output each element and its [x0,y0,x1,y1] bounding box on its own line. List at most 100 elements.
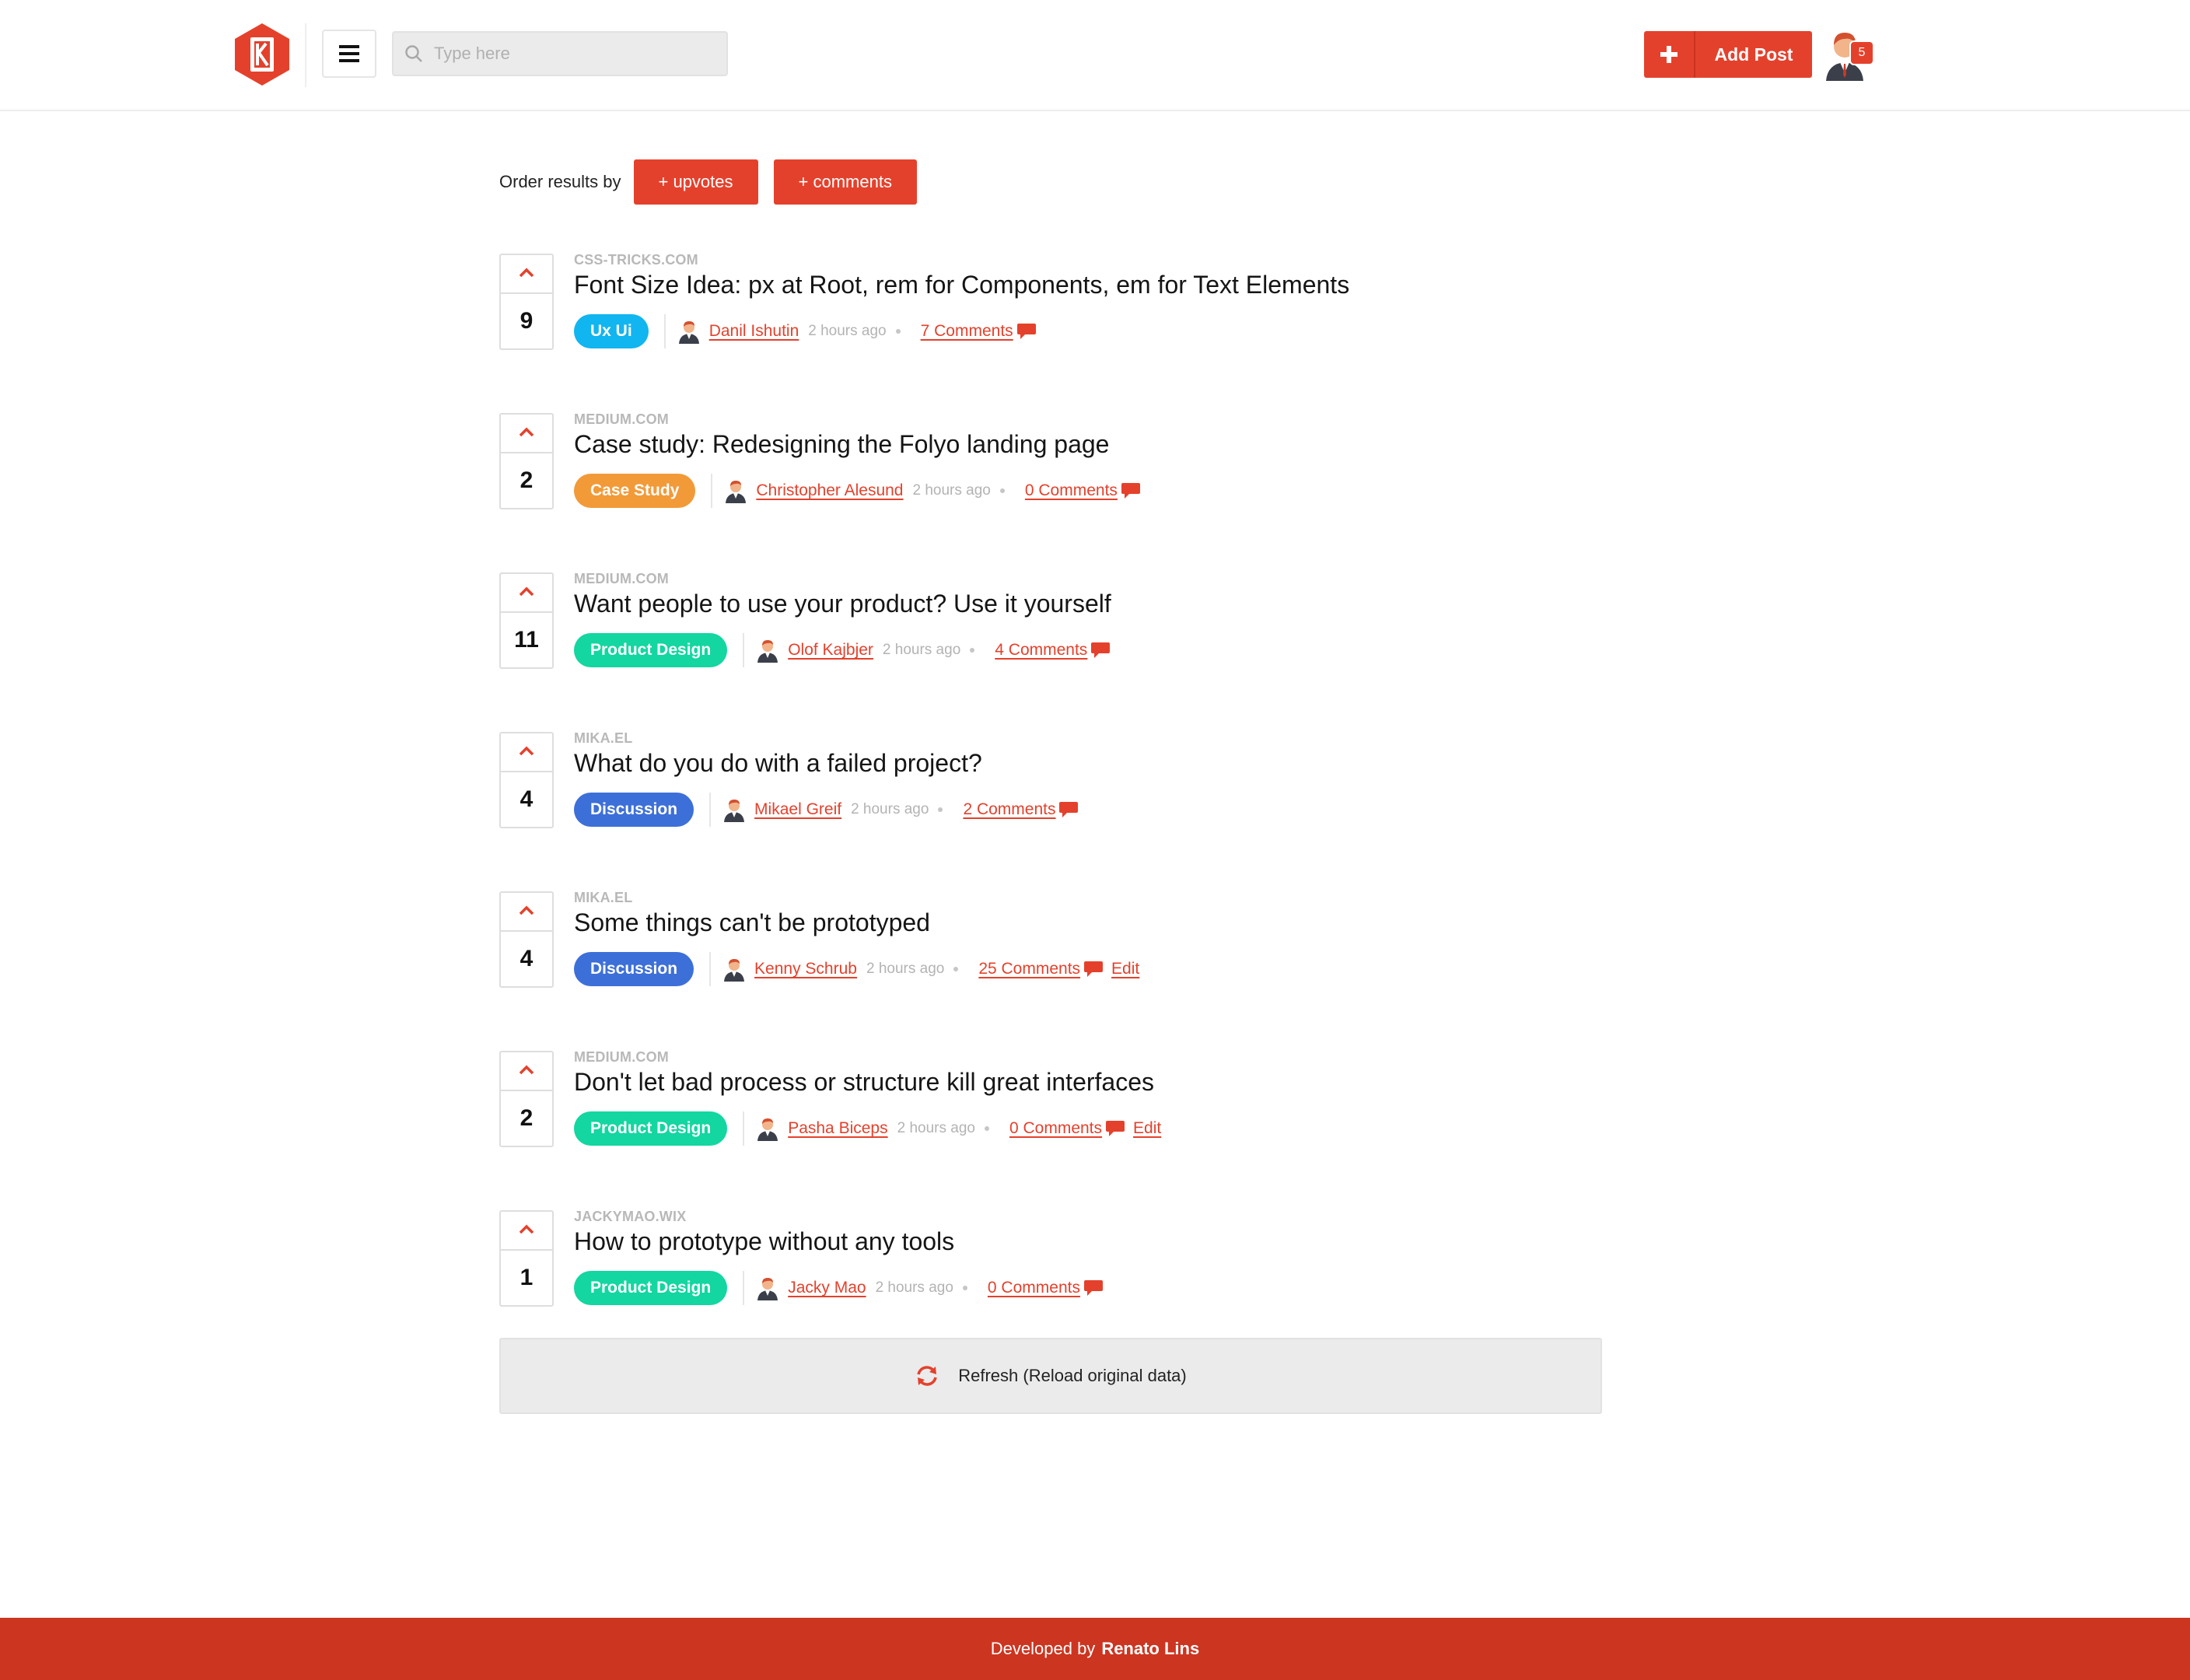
top-header: Add Post 5 [0,0,2190,111]
vote-box: 2 [499,413,554,509]
author-link[interactable]: Mikael Greif [754,800,841,819]
order-label: Order results by [499,172,621,191]
post-time: 2 hours ago [897,1120,975,1136]
upvote-button[interactable] [501,574,552,613]
chevron-up-icon [519,1064,534,1079]
add-post-button[interactable]: Add Post [1644,31,1812,78]
post-meta: Discussion Kenny Schrub 2 hours ago 25 Comm… [574,952,1139,986]
post-meta: Product Design Jacky Mao 2 hours ago 0 Comm… [574,1271,1104,1305]
post-item: 4 MIKA.EL Some things can't be prototyped D… [499,890,1604,988]
category-tag[interactable]: Discussion [574,793,694,827]
edit-link[interactable]: Edit [1133,1119,1161,1138]
upvote-button[interactable] [501,415,552,453]
user-avatar[interactable]: 5 [1823,26,1874,81]
post-title[interactable]: How to prototype without any tools [574,1227,954,1256]
meta-divider [709,793,712,827]
separator-dot [999,488,1005,493]
edit-link[interactable]: Edit [1111,960,1139,978]
author-link[interactable]: Pasha Biceps [788,1119,887,1138]
comments-link[interactable]: 0 Comments [1025,481,1118,500]
chevron-up-icon [519,586,534,600]
post-item: 2 MEDIUM.COM Case study: Redesigning the F… [499,411,1604,509]
comments-link[interactable]: 2 Comments [963,800,1055,819]
user-icon [725,478,747,503]
category-tag[interactable]: Product Design [574,633,728,667]
notification-badge: 5 [1849,40,1874,65]
author-link[interactable]: Olof Kajbjer [788,641,873,660]
post-meta: Ux Ui Danil Ishutin 2 hours ago 7 Comments [574,314,1037,348]
logo-icon[interactable] [233,22,291,87]
category-tag[interactable]: Product Design [574,1271,728,1305]
post-time: 2 hours ago [808,323,887,339]
upvote-button[interactable] [501,733,552,772]
upvote-button[interactable] [501,1052,552,1091]
menu-button[interactable] [322,30,376,78]
comments-link[interactable]: 25 Comments [978,960,1080,978]
speech-bubble-icon[interactable] [1090,641,1111,660]
post-title[interactable]: Some things can't be prototyped [574,908,930,937]
post-source: MIKA.EL [574,890,633,905]
author-link[interactable]: Kenny Schrub [754,960,857,978]
author-link[interactable]: Danil Ishutin [709,322,799,341]
post-title[interactable]: Case study: Redesigning the Folyo landin… [574,430,1109,459]
post-title[interactable]: Don't let bad process or structure kill … [574,1068,1154,1097]
vote-count: 4 [520,786,534,812]
vote-count: 1 [520,1265,534,1290]
upvote-button[interactable] [501,255,552,294]
meta-divider [709,952,712,986]
refresh-button[interactable]: Refresh (Reload original data) [499,1338,1602,1414]
author-link[interactable]: Jacky Mao [788,1279,866,1297]
search-input[interactable] [432,43,712,65]
post-item: 2 MEDIUM.COM Don't let bad process or stru… [499,1049,1604,1147]
post-time: 2 hours ago [882,642,961,658]
search-box[interactable] [392,31,728,76]
meta-divider [743,1271,745,1305]
meta-divider [711,474,713,508]
speech-bubble-icon[interactable] [1121,481,1141,500]
user-icon [757,638,778,663]
speech-bubble-icon[interactable] [1083,960,1104,978]
meta-divider [743,633,745,667]
post-time: 2 hours ago [851,801,929,817]
post-meta: Case Study Christopher Alesund 2 hours ago… [574,474,1141,508]
order-upvotes-button[interactable]: + upvotes [633,159,758,205]
category-tag[interactable]: Product Design [574,1111,728,1146]
speech-bubble-icon[interactable] [1058,800,1079,819]
post-title[interactable]: What do you do with a failed project? [574,749,982,778]
footer: Developed by Renato Lins [0,1618,2190,1680]
post-time: 2 hours ago [866,961,945,977]
comments-link[interactable]: 0 Comments [1009,1119,1102,1138]
chevron-up-icon [519,1223,534,1238]
category-tag[interactable]: Case Study [574,474,696,508]
speech-bubble-icon[interactable] [1016,322,1037,341]
post-meta: Product Design Pasha Biceps 2 hours ago 0 C… [574,1111,1161,1146]
post-source: MEDIUM.COM [574,411,669,427]
user-icon [723,957,745,982]
meta-divider [743,1111,745,1146]
footer-author[interactable]: Renato Lins [1101,1639,1199,1659]
separator-dot [970,648,975,653]
comments-link[interactable]: 7 Comments [921,322,1013,341]
author-link[interactable]: Christopher Alesund [756,481,903,500]
chevron-up-icon [519,745,534,760]
post-meta: Product Design Olof Kajbjer 2 hours ago 4 C… [574,633,1111,667]
comments-link[interactable]: 0 Comments [988,1279,1080,1297]
vote-box: 9 [499,254,554,350]
refresh-label: Refresh (Reload original data) [958,1366,1187,1385]
category-tag[interactable]: Ux Ui [574,314,649,348]
user-icon [757,1276,778,1300]
post-title[interactable]: Want people to use your product? Use it … [574,590,1111,618]
speech-bubble-icon[interactable] [1105,1119,1125,1138]
order-comments-button[interactable]: + comments [773,159,917,205]
post-title[interactable]: Font Size Idea: px at Root, rem for Comp… [574,271,1349,299]
separator-dot [938,807,943,812]
post-source: MEDIUM.COM [574,571,669,586]
footer-prefix: Developed by [990,1639,1096,1658]
vote-box: 4 [499,891,554,988]
upvote-button[interactable] [501,1212,552,1251]
comments-link[interactable]: 4 Comments [995,641,1087,660]
speech-bubble-icon[interactable] [1083,1279,1104,1297]
vote-count: 4 [520,946,534,971]
category-tag[interactable]: Discussion [574,952,694,986]
upvote-button[interactable] [501,893,552,932]
